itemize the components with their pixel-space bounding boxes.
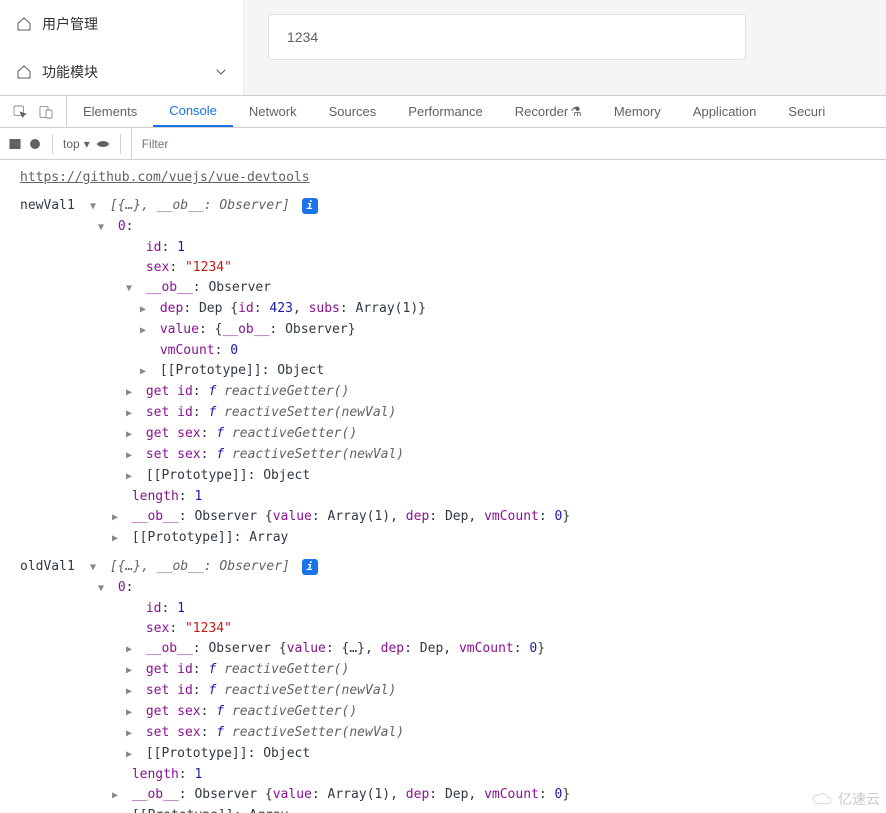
sidebar-item-label: 功能模块 bbox=[42, 62, 98, 82]
expand-toggle-icon[interactable] bbox=[112, 508, 122, 528]
tree-node[interactable]: vmCount: 0 bbox=[20, 341, 876, 361]
sidebar: 用户管理 功能模块 bbox=[0, 0, 244, 95]
tree-node[interactable]: __ob__: Observer {value: Array(1), dep: … bbox=[20, 785, 876, 806]
tree-node[interactable]: length: 1 bbox=[20, 487, 876, 507]
home-icon bbox=[16, 64, 32, 80]
expand-toggle-icon[interactable] bbox=[126, 383, 136, 403]
tree-node[interactable]: [[Prototype]]: Object bbox=[20, 361, 876, 382]
tree-node[interactable]: get sex: f reactiveGetter() bbox=[20, 424, 876, 445]
expand-toggle-icon[interactable] bbox=[126, 446, 136, 466]
tree-node[interactable]: get sex: f reactiveGetter() bbox=[20, 702, 876, 723]
device-toggle-icon[interactable] bbox=[38, 104, 54, 120]
live-expression-icon[interactable] bbox=[96, 137, 110, 151]
tree-node[interactable]: length: 1 bbox=[20, 765, 876, 785]
tree-node[interactable]: set sex: f reactiveSetter(newVal) bbox=[20, 723, 876, 744]
tree-node[interactable]: 0: bbox=[20, 578, 876, 599]
home-icon bbox=[16, 16, 32, 32]
devtools-tabs: ElementsConsoleNetworkSourcesPerformance… bbox=[0, 96, 886, 128]
expand-toggle-icon[interactable] bbox=[126, 467, 136, 487]
devtools-tab-recorder[interactable]: Recorder ⚗ bbox=[499, 96, 598, 127]
expand-toggle-icon[interactable] bbox=[126, 425, 136, 445]
tree-node[interactable]: [[Prototype]]: Object bbox=[20, 466, 876, 487]
tree-node[interactable]: sex: "1234" bbox=[20, 258, 876, 278]
devtools-tab-elements[interactable]: Elements bbox=[67, 96, 153, 127]
devtools-tab-application[interactable]: Application bbox=[677, 96, 773, 127]
devtools-tab-performance[interactable]: Performance bbox=[392, 96, 498, 127]
text-input[interactable] bbox=[268, 14, 746, 60]
expand-toggle-icon[interactable] bbox=[126, 404, 136, 424]
separator bbox=[52, 134, 53, 154]
expand-toggle-icon[interactable] bbox=[112, 786, 122, 806]
tree-node[interactable]: get id: f reactiveGetter() bbox=[20, 660, 876, 681]
watermark: 亿速云 bbox=[810, 789, 880, 809]
expand-toggle-icon[interactable] bbox=[126, 682, 136, 702]
expand-toggle-icon[interactable] bbox=[126, 279, 136, 299]
expand-toggle-icon[interactable] bbox=[140, 362, 150, 382]
devtools-link[interactable]: https://github.com/vuejs/vue-devtools bbox=[20, 168, 876, 188]
chevron-down-icon: ▾ bbox=[84, 137, 90, 151]
tree-node[interactable]: [[Prototype]]: Array bbox=[20, 528, 876, 549]
console-body: https://github.com/vuejs/vue-devtools ne… bbox=[0, 160, 886, 813]
info-icon[interactable]: i bbox=[302, 559, 318, 575]
sidebar-item-label: 用户管理 bbox=[42, 14, 98, 34]
sidebar-item-users[interactable]: 用户管理 bbox=[0, 0, 243, 48]
expand-toggle-icon[interactable] bbox=[112, 529, 122, 549]
chevron-down-icon bbox=[213, 64, 229, 80]
expand-toggle-icon[interactable] bbox=[126, 724, 136, 744]
expand-toggle-icon[interactable] bbox=[112, 807, 122, 813]
log-label: newVal1 bbox=[20, 196, 80, 216]
tree-node[interactable]: __ob__: Observer {value: {…}, dep: Dep, … bbox=[20, 639, 876, 660]
expand-toggle-icon[interactable] bbox=[140, 321, 150, 341]
tree-node[interactable]: value: {__ob__: Observer} bbox=[20, 320, 876, 341]
tree-node[interactable]: set id: f reactiveSetter(newVal) bbox=[20, 403, 876, 424]
object-summary[interactable]: [{…}, __ob__: Observer] i bbox=[90, 196, 318, 217]
tree-node[interactable]: id: 1 bbox=[20, 599, 876, 619]
tree-node[interactable]: set id: f reactiveSetter(newVal) bbox=[20, 681, 876, 702]
devtools-inspect-icons bbox=[0, 96, 67, 127]
console-sidebar-toggle-icon[interactable] bbox=[8, 137, 22, 151]
expand-toggle-icon[interactable] bbox=[98, 218, 108, 238]
devtools-tab-network[interactable]: Network bbox=[233, 96, 313, 127]
expand-toggle-icon[interactable] bbox=[126, 703, 136, 723]
object-summary[interactable]: [{…}, __ob__: Observer] i bbox=[90, 557, 318, 578]
console-log-entry: newVal1 [{…}, __ob__: Observer] i bbox=[20, 196, 876, 217]
clear-console-icon[interactable] bbox=[28, 137, 42, 151]
devtools-panel: ElementsConsoleNetworkSourcesPerformance… bbox=[0, 96, 886, 813]
info-icon[interactable]: i bbox=[302, 198, 318, 214]
log-label: oldVal1 bbox=[20, 557, 80, 577]
devtools-tab-sources[interactable]: Sources bbox=[313, 96, 393, 127]
devtools-tab-memory[interactable]: Memory bbox=[598, 96, 677, 127]
tree-node[interactable]: __ob__: Observer {value: Array(1), dep: … bbox=[20, 507, 876, 528]
expand-toggle-icon[interactable] bbox=[126, 661, 136, 681]
tree-node[interactable]: sex: "1234" bbox=[20, 619, 876, 639]
sidebar-item-modules[interactable]: 功能模块 bbox=[0, 48, 243, 96]
tree-node[interactable]: [[Prototype]]: Array bbox=[20, 806, 876, 813]
tree-node[interactable]: [[Prototype]]: Object bbox=[20, 744, 876, 765]
expand-toggle-icon[interactable] bbox=[90, 558, 100, 578]
devtools-tab-console[interactable]: Console bbox=[153, 96, 233, 127]
expand-toggle-icon[interactable] bbox=[90, 197, 100, 217]
console-filter-input[interactable] bbox=[131, 128, 878, 159]
expand-toggle-icon[interactable] bbox=[126, 640, 136, 660]
expand-toggle-icon[interactable] bbox=[98, 579, 108, 599]
tree-node[interactable]: set sex: f reactiveSetter(newVal) bbox=[20, 445, 876, 466]
app-area: 用户管理 功能模块 bbox=[0, 0, 886, 96]
tree-node[interactable]: 0: bbox=[20, 217, 876, 238]
context-selector[interactable]: top ▾ bbox=[63, 137, 90, 151]
tree-node[interactable]: dep: Dep {id: 423, subs: Array(1)} bbox=[20, 299, 876, 320]
separator bbox=[120, 134, 121, 154]
tree-node[interactable]: get id: f reactiveGetter() bbox=[20, 382, 876, 403]
inspect-element-icon[interactable] bbox=[12, 104, 28, 120]
tree-node[interactable]: __ob__: Observer bbox=[20, 278, 876, 299]
expand-toggle-icon[interactable] bbox=[140, 300, 150, 320]
tree-node[interactable]: id: 1 bbox=[20, 238, 876, 258]
devtools-tab-securi[interactable]: Securi bbox=[772, 96, 841, 127]
content-area bbox=[244, 0, 886, 95]
expand-toggle-icon[interactable] bbox=[126, 745, 136, 765]
console-toolbar: top ▾ bbox=[0, 128, 886, 160]
console-log-entry: oldVal1 [{…}, __ob__: Observer] i bbox=[20, 557, 876, 578]
